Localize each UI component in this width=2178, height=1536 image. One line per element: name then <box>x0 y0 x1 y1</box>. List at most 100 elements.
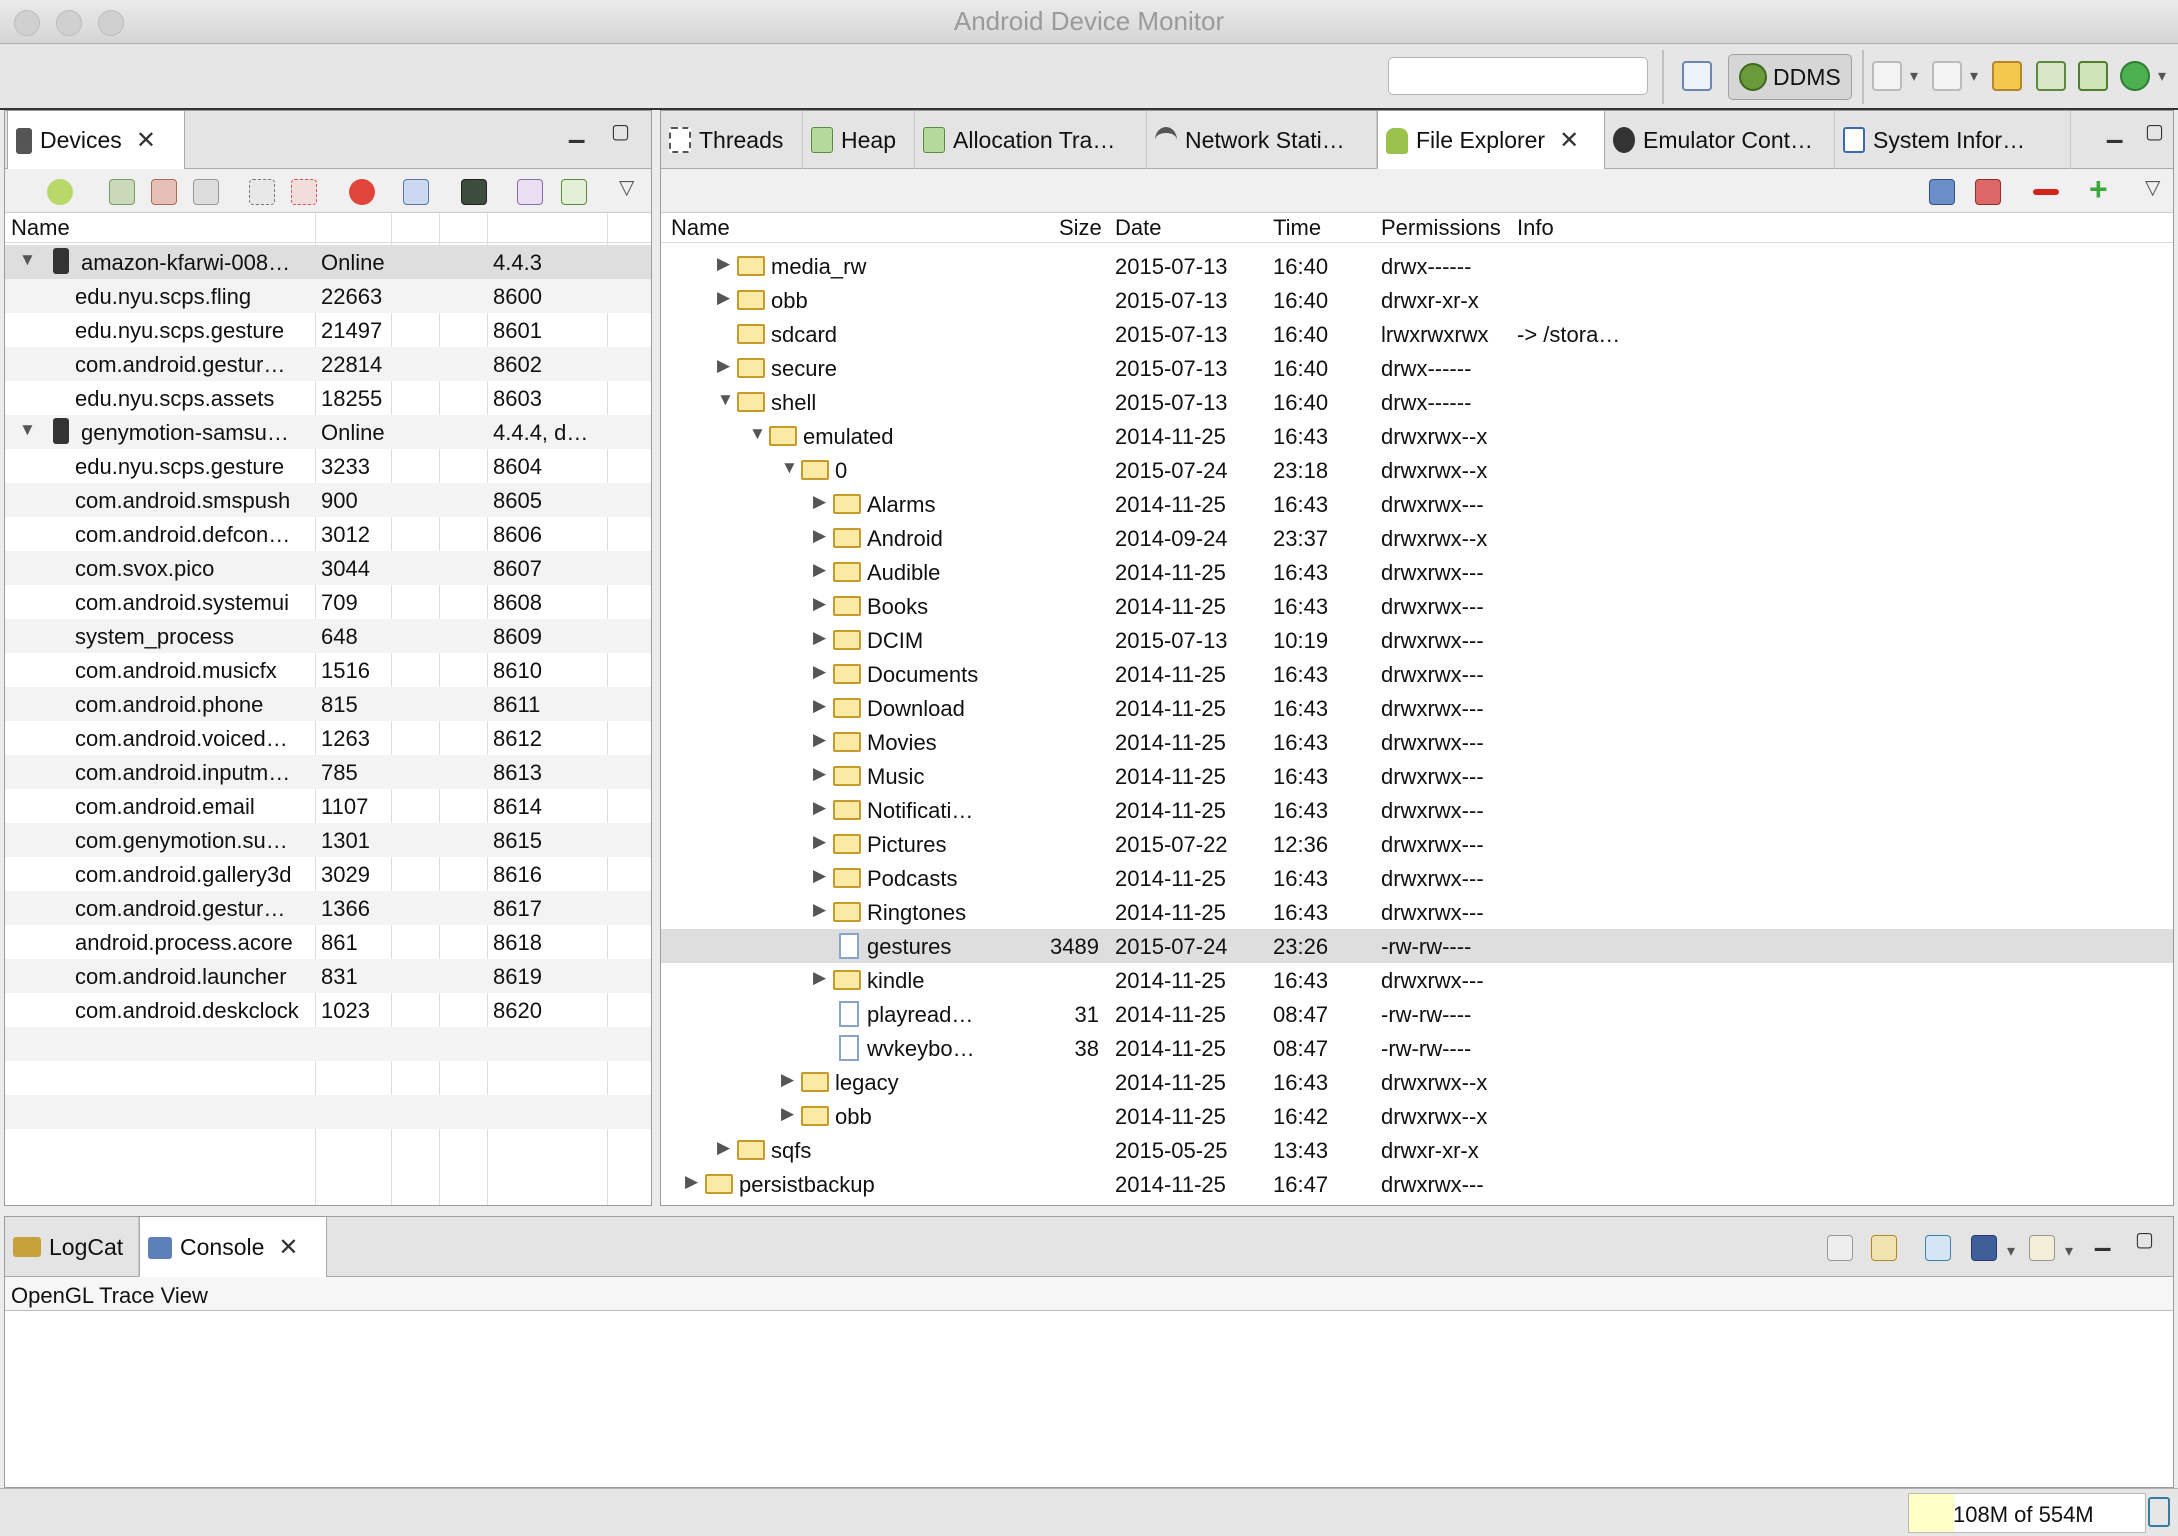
process-row[interactable]: system_process 648 8609 <box>5 619 651 653</box>
chevron-down-icon[interactable]: ▾ <box>1910 66 1918 86</box>
column-header-time[interactable]: Time <box>1273 215 1321 241</box>
file-row[interactable]: gestures 3489 2015-07-24 23:26 -rw-rw---- <box>661 929 2173 963</box>
folder-row[interactable]: ▶ persistbackup 2014-11-25 16:47 drwxrwx--- <box>661 1167 2173 1201</box>
forward-icon[interactable] <box>1932 61 1962 91</box>
push-file-icon[interactable] <box>1975 179 2001 205</box>
tab-allocation-tra[interactable]: Allocation Tra… <box>915 111 1147 169</box>
expand-toggle-icon[interactable]: ▼ <box>19 420 36 440</box>
process-row[interactable]: com.android.deskclock 1023 8620 <box>5 993 651 1027</box>
stop-process-icon[interactable] <box>349 179 375 205</box>
folder-row[interactable]: ▶ Alarms 2014-11-25 16:43 drwxrwx--- <box>661 487 2173 521</box>
pin-console-icon[interactable] <box>1925 1235 1951 1261</box>
device-row[interactable]: ▼ genymotion-samsu… Online 4.4.4, d… <box>5 415 651 449</box>
process-row[interactable]: com.android.smspush 900 8605 <box>5 483 651 517</box>
folder-row[interactable]: ▼ emulated 2014-11-25 16:43 drwxrwx--x <box>661 419 2173 453</box>
process-row[interactable]: com.genymotion.su… 1301 8615 <box>5 823 651 857</box>
expand-toggle-icon[interactable]: ▶ <box>813 900 826 920</box>
expand-toggle-icon[interactable]: ▶ <box>813 526 826 546</box>
column-header-info[interactable]: Info <box>1517 215 1554 241</box>
expand-toggle-icon[interactable]: ▶ <box>813 594 826 614</box>
folder-row[interactable]: ▶ legacy 2014-11-25 16:43 drwxrwx--x <box>661 1065 2173 1099</box>
close-icon[interactable]: ✕ <box>278 1233 298 1262</box>
process-row[interactable]: edu.nyu.scps.assets 18255 8603 <box>5 381 651 415</box>
chevron-down-icon[interactable]: ▾ <box>2158 66 2166 86</box>
open-console-icon[interactable] <box>2029 1235 2055 1261</box>
expand-toggle-icon[interactable]: ▶ <box>813 696 826 716</box>
column-header-date[interactable]: Date <box>1115 215 1161 241</box>
process-row[interactable]: com.android.inputm… 785 8613 <box>5 755 651 789</box>
update-heap-icon[interactable] <box>109 179 135 205</box>
process-row[interactable]: com.android.defcon… 3012 8606 <box>5 517 651 551</box>
file-row[interactable]: wvkeybo… 38 2014-11-25 08:47 -rw-rw---- <box>661 1031 2173 1065</box>
close-icon[interactable]: ✕ <box>1559 126 1579 155</box>
clear-console-icon[interactable] <box>1827 1235 1853 1261</box>
run-icon[interactable] <box>2120 61 2150 91</box>
folder-row[interactable]: ▼ shell 2015-07-13 16:40 drwx------ <box>661 385 2173 419</box>
download-icon[interactable] <box>2036 61 2066 91</box>
folder-row[interactable]: ▶ secure 2015-07-13 16:40 drwx------ <box>661 351 2173 385</box>
new-folder-icon[interactable]: + <box>2089 171 2115 207</box>
process-row[interactable]: com.android.gallery3d 3029 8616 <box>5 857 651 891</box>
folder-row[interactable]: ▶ Podcasts 2014-11-25 16:43 drwxrwx--- <box>661 861 2173 895</box>
chevron-down-icon[interactable]: ▾ <box>2007 1241 2015 1261</box>
capture-opengl-icon[interactable] <box>561 179 587 205</box>
expand-toggle-icon[interactable]: ▶ <box>813 832 826 852</box>
folder-row[interactable]: ▶ kindle 2014-11-25 16:43 drwxrwx--- <box>661 963 2173 997</box>
gc-icon[interactable] <box>193 179 219 205</box>
process-row[interactable]: edu.nyu.scps.gesture 21497 8601 <box>5 313 651 347</box>
folder-row[interactable]: ▶ sqfs 2015-05-25 13:43 drwxr-xr-x <box>661 1133 2173 1167</box>
expand-toggle-icon[interactable]: ▶ <box>717 254 730 274</box>
expand-toggle-icon[interactable]: ▶ <box>813 492 826 512</box>
column-header-name[interactable]: Name <box>671 215 730 241</box>
process-row[interactable]: com.android.systemui 709 8608 <box>5 585 651 619</box>
open-perspective-icon[interactable] <box>1682 61 1712 91</box>
maximize-icon[interactable]: ▢ <box>2145 119 2164 144</box>
android-sdk-icon[interactable] <box>2078 61 2108 91</box>
expand-toggle-icon[interactable]: ▶ <box>717 356 730 376</box>
column-header-name[interactable]: Name <box>11 215 70 241</box>
close-icon[interactable]: ✕ <box>136 126 156 155</box>
folder-row[interactable]: ▶ DCIM 2015-07-13 10:19 drwxrwx--- <box>661 623 2173 657</box>
folder-row[interactable]: ▶ Pictures 2015-07-22 12:36 drwxrwx--- <box>661 827 2173 861</box>
method-profiling-icon[interactable] <box>291 179 317 205</box>
folder-row[interactable]: ▶ Music 2014-11-25 16:43 drwxrwx--- <box>661 759 2173 793</box>
expand-toggle-icon[interactable]: ▶ <box>685 1172 698 1192</box>
column-header-permissions[interactable]: Permissions <box>1381 215 1501 241</box>
process-row[interactable]: com.android.gestur… 22814 8602 <box>5 347 651 381</box>
quick-access-input[interactable] <box>1388 57 1648 95</box>
chevron-down-icon[interactable]: ▾ <box>2065 1241 2073 1261</box>
process-row[interactable]: com.android.email 1107 8614 <box>5 789 651 823</box>
process-row[interactable]: com.android.phone 815 8611 <box>5 687 651 721</box>
expand-toggle-icon[interactable]: ▶ <box>781 1070 794 1090</box>
folder-row[interactable]: sdcard 2015-07-13 16:40 lrwxrwxrwx -> /stora… <box>661 317 2173 351</box>
last-edit-icon[interactable] <box>1992 61 2022 91</box>
folder-row[interactable]: ▶ Books 2014-11-25 16:43 drwxrwx--- <box>661 589 2173 623</box>
expand-toggle-icon[interactable]: ▼ <box>749 424 766 444</box>
expand-toggle-icon[interactable]: ▶ <box>717 288 730 308</box>
delete-icon[interactable] <box>2033 189 2059 195</box>
expand-toggle-icon[interactable]: ▶ <box>813 662 826 682</box>
tab-network-stati[interactable]: Network Stati… <box>1147 111 1377 169</box>
folder-row[interactable]: ▼ 0 2015-07-24 23:18 drwxrwx--x <box>661 453 2173 487</box>
folder-row[interactable]: ▶ obb 2015-07-13 16:40 drwxr-xr-x <box>661 283 2173 317</box>
maximize-icon[interactable]: ▢ <box>2135 1227 2154 1252</box>
process-row[interactable]: edu.nyu.scps.fling 22663 8600 <box>5 279 651 313</box>
expand-toggle-icon[interactable]: ▶ <box>813 866 826 886</box>
expand-toggle-icon[interactable]: ▶ <box>813 560 826 580</box>
folder-row[interactable]: ▶ Movies 2014-11-25 16:43 drwxrwx--- <box>661 725 2173 759</box>
ddms-perspective-button[interactable]: DDMS <box>1728 54 1852 100</box>
process-row[interactable]: android.process.acore 861 8618 <box>5 925 651 959</box>
folder-row[interactable]: ▶ Android 2014-09-24 23:37 drwxrwx--x <box>661 521 2173 555</box>
back-icon[interactable] <box>1872 61 1902 91</box>
run-gc-icon[interactable] <box>2148 1497 2170 1527</box>
expand-toggle-icon[interactable]: ▶ <box>813 730 826 750</box>
minimize-icon[interactable]: ▁ <box>2095 1227 2110 1252</box>
tab-console[interactable]: Console ✕ <box>139 1217 327 1278</box>
tab-file-explorer[interactable]: File Explorer ✕ <box>1377 111 1605 170</box>
file-row[interactable]: playread… 31 2014-11-25 08:47 -rw-rw---- <box>661 997 2173 1031</box>
tab-threads[interactable]: Threads <box>661 111 803 169</box>
column-header-size[interactable]: Size <box>1059 215 1102 241</box>
update-threads-icon[interactable] <box>249 179 275 205</box>
expand-toggle-icon[interactable]: ▼ <box>781 458 798 478</box>
pull-file-icon[interactable] <box>1929 179 1955 205</box>
